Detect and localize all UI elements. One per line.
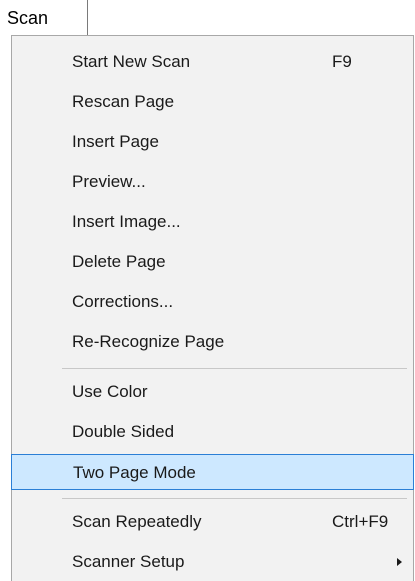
menu-item-corrections[interactable]: Corrections... [12, 284, 413, 320]
menu-item-double-sided[interactable]: Double Sided [12, 414, 413, 450]
menu-item-label: Corrections... [72, 292, 174, 311]
menu-item-scanner-setup[interactable]: Scanner Setup [12, 544, 413, 580]
menu-separator [62, 368, 407, 369]
menu-item-shortcut: F9 [332, 52, 352, 71]
menu-item-label: Start New Scan [72, 52, 191, 71]
menu-item-preview[interactable]: Preview... [12, 164, 413, 200]
menu-item-label: Preview... [72, 172, 146, 191]
menubar: Scan [0, 0, 415, 39]
menu-item-scan-repeatedly[interactable]: Scan Repeatedly Ctrl+F9 [12, 504, 413, 540]
menu-item-label: Two Page Mode [73, 463, 196, 482]
menu-item-label: Double Sided [72, 422, 175, 441]
menu-item-re-recognize-page[interactable]: Re-Recognize Page [12, 324, 413, 360]
menu-item-label: Delete Page [72, 252, 166, 271]
menu-item-label: Insert Page [72, 132, 159, 151]
menu-item-label: Scanner Setup [72, 552, 185, 571]
menu-item-shortcut: Ctrl+F9 [332, 512, 389, 531]
menu-separator [62, 498, 407, 499]
menu-item-label: Insert Image... [72, 212, 181, 231]
menu-item-label: Re-Recognize Page [72, 332, 225, 351]
menu-item-use-color[interactable]: Use Color [12, 374, 413, 410]
menu-item-delete-page[interactable]: Delete Page [12, 244, 413, 280]
menu-item-label: Scan Repeatedly [72, 512, 202, 531]
menu-item-label: Rescan Page [72, 92, 175, 111]
scan-dropdown-menu: Start New Scan F9 Rescan Page Insert Pag… [11, 35, 414, 581]
menu-item-two-page-mode[interactable]: Two Page Mode [11, 454, 414, 490]
menu-item-insert-page[interactable]: Insert Page [12, 124, 413, 160]
menu-item-start-new-scan[interactable]: Start New Scan F9 [12, 44, 413, 80]
menu-item-rescan-page[interactable]: Rescan Page [12, 84, 413, 120]
menu-item-label: Use Color [72, 382, 148, 401]
scan-menu-title[interactable]: Scan [0, 0, 88, 39]
submenu-arrow-icon [397, 558, 402, 566]
menu-item-insert-image[interactable]: Insert Image... [12, 204, 413, 240]
